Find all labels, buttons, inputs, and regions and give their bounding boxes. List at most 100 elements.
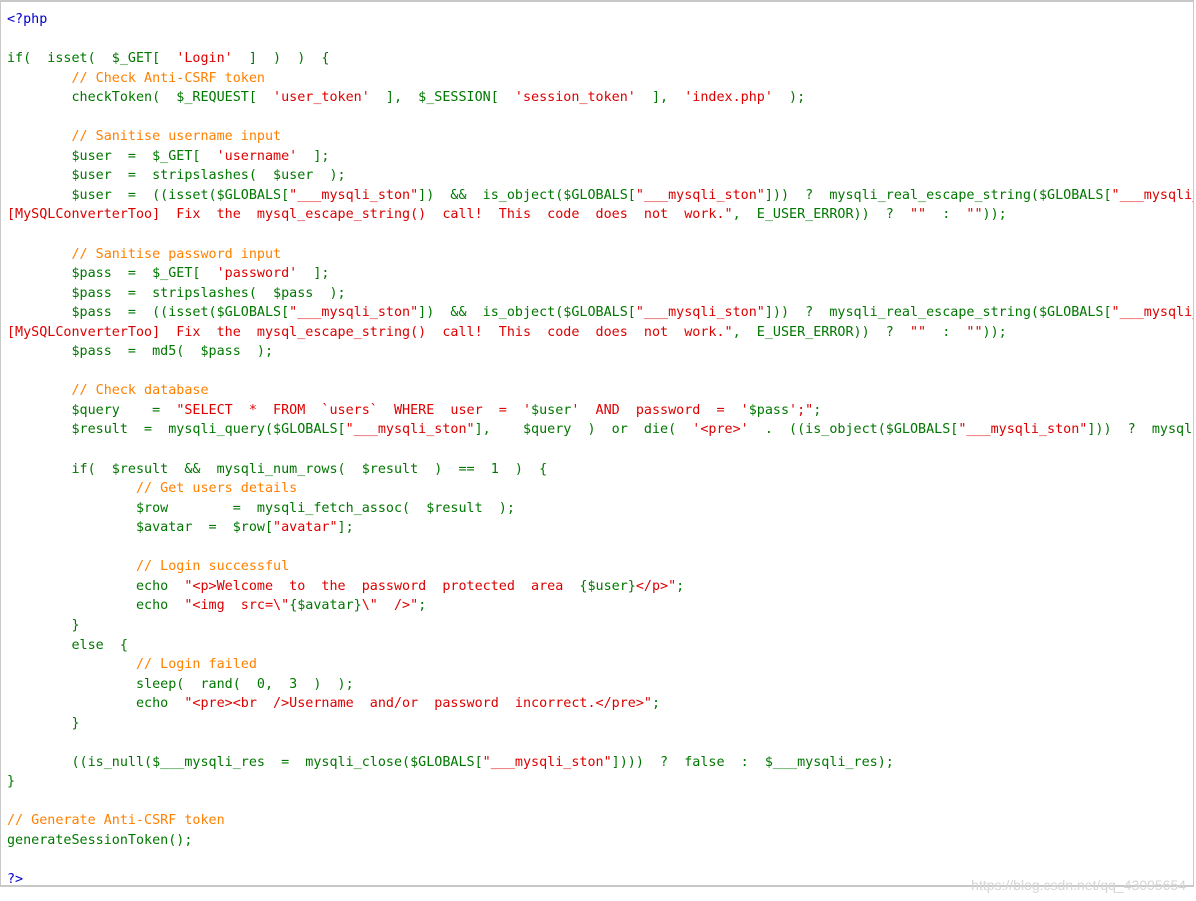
- code-token: :: [926, 207, 967, 223]
- code-line: $pass = stripslashes( $pass );: [7, 284, 1193, 304]
- code-token: ];: [297, 148, 330, 164]
- code-line: // Generate Anti-CSRF token: [7, 811, 1193, 831]
- code-token: "SELECT * FROM `users` WHERE user = ': [176, 402, 532, 418]
- code-line: // Sanitise password input: [7, 245, 1193, 265]
- code-token: $user = ((isset($GLOBALS[: [7, 187, 290, 203]
- code-line: $pass = ((isset($GLOBALS["___mysqli_ston…: [7, 303, 1193, 323]
- code-line: $user = $_GET[ 'username' ];: [7, 147, 1193, 167]
- code-token: $pass: [748, 402, 790, 418]
- code-token: $avatar = $row[: [7, 520, 274, 536]
- code-token: }: [7, 715, 80, 731]
- code-token: else {: [7, 637, 128, 653]
- code-token: . ((is_object($GLOBALS[: [748, 422, 959, 438]
- code-line: }: [7, 772, 1193, 792]
- code-line: }: [7, 616, 1193, 636]
- code-line: else {: [7, 636, 1193, 656]
- code-token: ])) ? mysqli_real_escape_string($GLOBALS…: [764, 187, 1112, 203]
- code-token: ]))) ? false : $___mysqli_res);: [611, 754, 894, 770]
- code-token: ?>: [7, 872, 24, 887]
- code-token: // Sanitise username input: [7, 129, 282, 145]
- code-token: 'index.php': [684, 90, 773, 106]
- code-token: echo: [7, 578, 185, 594]
- code-token: ])) ? mysqli_: [1087, 422, 1193, 438]
- code-token: // Get users details: [7, 481, 298, 497]
- code-token: // Sanitise password input: [7, 246, 282, 262]
- code-viewer: <?php if( isset( $_GET[ 'Login' ] ) ) { …: [0, 0, 1194, 887]
- code-token: "___mysqli_ston": [482, 754, 612, 770]
- code-token: ];: [297, 266, 330, 282]
- code-line: // Get users details: [7, 479, 1193, 499]
- code-token: ])) ? mysqli_real_escape_string($GLOBALS…: [764, 305, 1112, 321]
- code-token: generateSessionToken();: [7, 832, 193, 848]
- code-token: "___mysqli_ston": [289, 305, 419, 321]
- code-token: "___mysqli_ston": [345, 422, 475, 438]
- code-token: ], $_SESSION[: [369, 90, 515, 106]
- code-token: $pass = $_GET[: [7, 266, 217, 282]
- code-line: // Login failed: [7, 655, 1193, 675]
- code-token: '<pre>': [692, 422, 749, 438]
- code-token: ] ) ) {: [232, 51, 330, 67]
- code-line: [MySQLConverterToo] Fix the mysql_escape…: [7, 323, 1193, 343]
- code-token: echo: [7, 598, 185, 614]
- code-token: ], $query ) or die(: [474, 422, 693, 438]
- code-token: ((is_null($___mysqli_res = mysqli_close(…: [7, 754, 483, 770]
- code-token: ' AND password = ': [571, 402, 749, 418]
- code-line: if( isset( $_GET[ 'Login' ] ) ) {: [7, 49, 1193, 69]
- code-token: , E_USER_ERROR)) ?: [732, 207, 910, 223]
- code-token: ],: [635, 90, 685, 106]
- code-token: <?php: [7, 12, 48, 27]
- code-token: "": [966, 324, 983, 340]
- code-line: [MySQLConverterToo] Fix the mysql_escape…: [7, 205, 1193, 225]
- code-token: ]) && is_object($GLOBALS[: [418, 187, 636, 203]
- code-token: }: [7, 774, 16, 790]
- code-token: "<p>Welcome to the password protected ar…: [184, 578, 580, 594]
- code-token: , E_USER_ERROR)) ?: [732, 324, 910, 340]
- watermark: https://blog.csdn.net/qq_43095654: [971, 877, 1186, 893]
- code-token: // Check database: [7, 383, 209, 399]
- code-line: generateSessionToken();: [7, 831, 1193, 851]
- code-token: echo: [7, 696, 185, 712]
- code-token: "___mysqli_s: [1111, 305, 1193, 321]
- code-token: ));: [982, 207, 1007, 223]
- code-token: "___mysqli_ston": [958, 422, 1088, 438]
- code-token: ]) && is_object($GLOBALS[: [418, 305, 636, 321]
- code-token: "": [966, 207, 983, 223]
- code-line: checkToken( $_REQUEST[ 'user_token' ], $…: [7, 88, 1193, 108]
- code-token: ;: [676, 578, 685, 594]
- code-line: $query = "SELECT * FROM `users` WHERE us…: [7, 401, 1193, 421]
- code-token: $result = mysqli_query($GLOBALS[: [7, 422, 346, 438]
- code-token: "": [909, 324, 927, 340]
- code-token: "avatar": [273, 520, 338, 536]
- code-token: 'user_token': [273, 90, 370, 106]
- code-line: $user = ((isset($GLOBALS["___mysqli_ston…: [7, 186, 1193, 206]
- code-token: $pass = md5( $pass );: [7, 344, 274, 360]
- code-token: </p>": [635, 578, 677, 594]
- code-token: // Generate Anti-CSRF token: [7, 813, 225, 829]
- code-line: $pass = md5( $pass );: [7, 342, 1193, 362]
- code-token: $user = $_GET[: [7, 148, 217, 164]
- code-token: 'username': [216, 148, 298, 164]
- code-token: "<pre><br />Username and/or password inc…: [184, 696, 652, 712]
- code-token: :: [926, 324, 967, 340]
- code-line: // Sanitise username input: [7, 127, 1193, 147]
- code-line: echo "<p>Welcome to the password protect…: [7, 577, 1193, 597]
- code-line: $row = mysqli_fetch_assoc( $result );: [7, 499, 1193, 519]
- code-token: "": [909, 207, 927, 223]
- code-line: sleep( rand( 0, 3 ) );: [7, 675, 1193, 695]
- code-line: ((is_null($___mysqli_res = mysqli_close(…: [7, 753, 1193, 773]
- code-token: // Login successful: [7, 559, 290, 575]
- code-token: {$user}: [579, 578, 636, 594]
- code-line: $pass = $_GET[ 'password' ];: [7, 264, 1193, 284]
- code-line: echo "<img src=\"{$avatar}\" />";: [7, 596, 1193, 616]
- code-token: 'Login': [176, 51, 233, 67]
- code-token: checkToken( $_REQUEST[: [7, 90, 274, 106]
- code-token: {$avatar}: [289, 598, 362, 614]
- code-token: 'session_token': [514, 90, 636, 106]
- code-token: $user: [531, 402, 572, 418]
- code-token: $pass = ((isset($GLOBALS[: [7, 305, 290, 321]
